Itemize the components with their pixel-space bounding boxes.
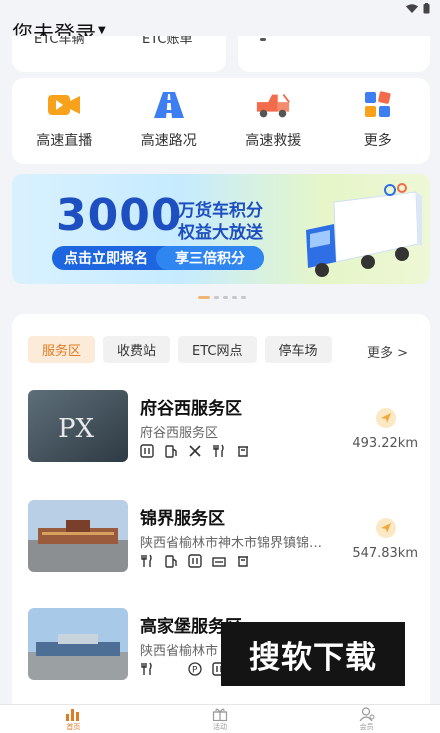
service-area-address: 府谷西服务区 — [140, 426, 219, 441]
service-area-address: 陕西省榆林市神木市锦界镇锦… — [140, 536, 323, 551]
quick-item-label: 高速路况 — [140, 133, 197, 149]
restaurant-icon — [141, 662, 152, 675]
status-bar — [406, 3, 430, 14]
wifi-icon — [406, 3, 418, 13]
service-area-thumbnail — [28, 500, 128, 572]
page-dot[interactable] — [214, 296, 219, 299]
tow-truck-icon — [255, 90, 291, 120]
service-area-card[interactable]: PX 府谷西服务区 府谷西服务区 493.22km — [28, 390, 418, 466]
quick-item-live[interactable]: 高速直播 — [12, 78, 117, 164]
page-dot-active[interactable] — [198, 296, 210, 299]
quick-item-traffic[interactable]: 高速路况 — [117, 78, 222, 164]
send-icon — [381, 413, 391, 423]
nav-label: 活动 — [213, 723, 227, 731]
banner-cta-right: 享三倍积分 — [156, 246, 264, 270]
quick-item-label: 高速救援 — [245, 133, 302, 149]
caret-down-icon: ▼ — [98, 24, 106, 36]
watermark-overlay: 搜软下载 — [221, 622, 405, 686]
service-area-thumbnail: PX — [28, 390, 128, 462]
banner-number: 3000 — [56, 190, 183, 241]
svg-text:P: P — [192, 666, 198, 676]
toilet-icon — [140, 444, 154, 458]
etc-vehicle-label: ETC车辆 — [34, 36, 85, 47]
nav-label: 会员 — [359, 723, 374, 731]
restaurant-icon — [141, 554, 152, 567]
svg-text:PX: PX — [58, 414, 94, 444]
tab-etc-outlet[interactable]: ETC网点 — [178, 336, 257, 363]
member-icon — [359, 707, 375, 721]
amenity-icons — [140, 444, 250, 458]
repair-icon — [189, 445, 201, 457]
page-dot[interactable] — [232, 296, 237, 299]
page-dot[interactable] — [241, 296, 246, 299]
restaurant-icon — [213, 444, 224, 457]
quick-item-label: 高速直播 — [36, 133, 93, 149]
etc-bill-label: ETC账单 — [142, 36, 193, 47]
nav-home[interactable]: 首页 — [0, 705, 147, 733]
navigate-button[interactable] — [376, 518, 396, 538]
service-area-thumbnail — [28, 608, 128, 680]
send-icon — [381, 523, 391, 533]
service-area-name: 府谷西服务区 — [140, 399, 242, 419]
banner-cta[interactable]: 点击立即报名 享三倍积分 — [52, 246, 264, 270]
promo-banner[interactable]: 3000 万货车积分 权益大放送 点击立即报名 享三倍积分 — [12, 174, 430, 284]
service-area-distance: 547.83km — [352, 546, 418, 561]
card-icon-fragment — [260, 38, 266, 41]
more-link[interactable]: 更多 > — [367, 342, 408, 361]
truck-illustration — [306, 183, 422, 277]
service-area-card[interactable]: 锦界服务区 陕西省榆林市神木市锦界镇锦… 547.83km — [28, 500, 418, 576]
tab-service-area[interactable]: 服务区 — [28, 336, 96, 363]
nav-member[interactable]: 会员 — [293, 705, 440, 733]
tab-parking[interactable]: 停车场 — [264, 336, 332, 363]
bottom-nav: 首页 活动 会员 — [0, 704, 440, 733]
shop-icon — [238, 556, 248, 567]
service-tabs: 服务区 收费站 ETC网点 停车场 — [28, 336, 332, 363]
hotel-icon — [212, 557, 226, 567]
toilet-icon — [188, 554, 202, 568]
quick-item-more[interactable]: 更多 — [326, 78, 431, 164]
quick-nav: 高速直播 高速路况 高速救援 更多 — [12, 78, 430, 164]
banner-cta-left: 点击立即报名 — [64, 251, 148, 267]
page-dot[interactable] — [223, 296, 228, 299]
quick-item-label: 更多 — [363, 133, 392, 149]
battery-icon — [423, 3, 430, 14]
fuel-icon — [165, 555, 177, 568]
etc-card[interactable]: ETC车辆 ETC账单 — [12, 36, 226, 72]
banner-line-2: 权益大放送 — [178, 223, 263, 243]
tab-toll-station[interactable]: 收费站 — [103, 336, 171, 363]
road-icon — [151, 90, 187, 120]
banner-pagination — [198, 296, 246, 299]
video-camera-icon — [46, 90, 82, 120]
navigate-button[interactable] — [376, 408, 396, 428]
right-card[interactable] — [238, 36, 430, 72]
shop-icon — [238, 446, 248, 457]
nav-label: 首页 — [66, 723, 81, 731]
account-cards: ETC车辆 ETC账单 — [12, 36, 430, 74]
quick-item-rescue[interactable]: 高速救援 — [221, 78, 326, 164]
service-area-name: 锦界服务区 — [140, 509, 225, 529]
amenity-icons: P — [140, 662, 226, 676]
home-icon — [66, 709, 80, 721]
fuel-icon — [165, 445, 177, 458]
amenity-icons — [140, 554, 250, 568]
service-area-distance: 493.22km — [352, 436, 418, 451]
gift-icon — [212, 708, 228, 721]
nav-activity[interactable]: 活动 — [147, 705, 294, 733]
parking-icon: P — [188, 662, 202, 676]
grid-icon — [360, 90, 396, 120]
